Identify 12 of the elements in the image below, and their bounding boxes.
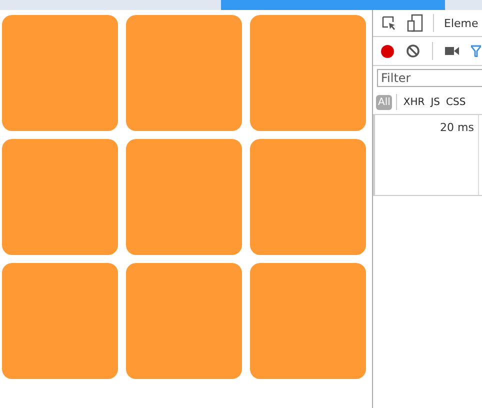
type-filter[interactable]: JS — [428, 94, 442, 110]
device-icon[interactable] — [407, 14, 423, 32]
video-camera-icon[interactable] — [445, 46, 459, 56]
filter-icon[interactable] — [471, 45, 481, 57]
type-filter[interactable]: CSS — [444, 94, 468, 110]
filter-field[interactable]: Filter — [377, 69, 482, 87]
clear-icon[interactable] — [406, 44, 420, 58]
record-button[interactable] — [381, 44, 394, 58]
panel-tab[interactable]: Eleme — [444, 16, 478, 30]
inspect-icon[interactable] — [381, 15, 397, 31]
time-tick: 20 ms — [440, 121, 474, 136]
type-filter[interactable]: XHR — [401, 94, 427, 110]
